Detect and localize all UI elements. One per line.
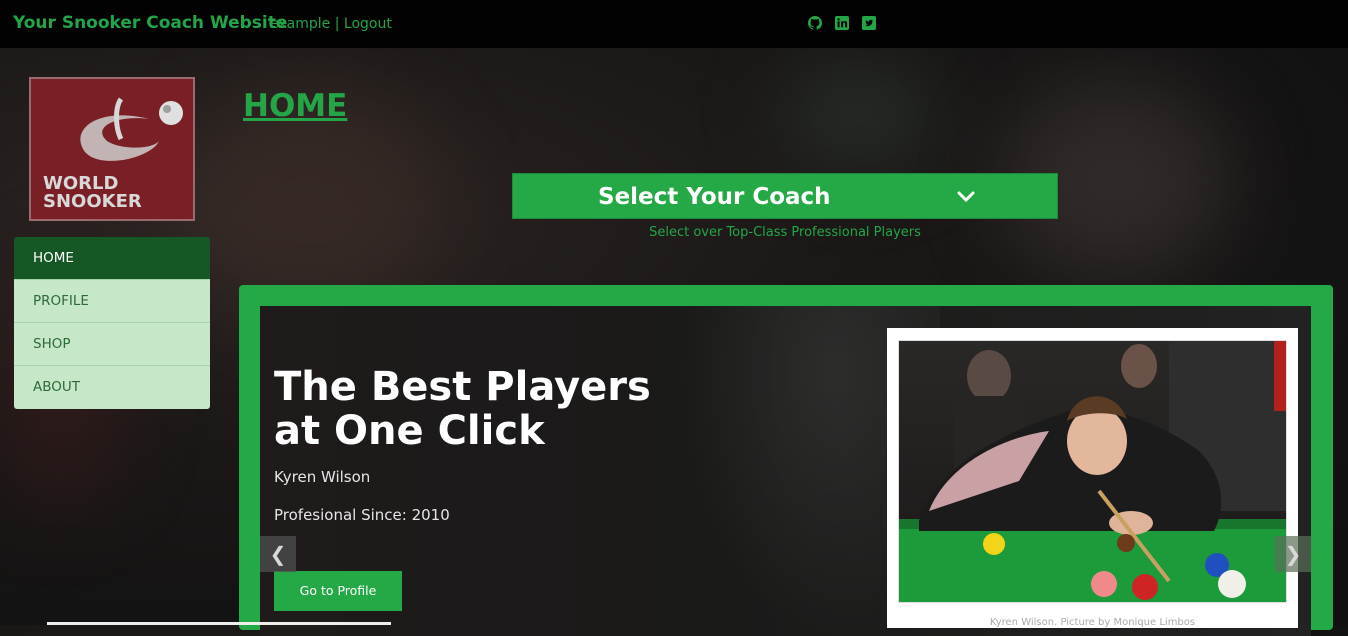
site-brand[interactable]: Your Snooker Coach Website [13, 13, 287, 33]
sidebar-item-shop[interactable]: SHOP [14, 323, 210, 366]
sidebar-item-home[interactable]: HOME [14, 237, 210, 280]
chevron-down-icon [957, 191, 975, 203]
carousel-title-line-1: The Best Players [274, 364, 651, 410]
carousel-prev-button[interactable]: ❮ [260, 536, 296, 572]
user-links: example | Logout [270, 16, 392, 32]
player-photo [898, 340, 1287, 603]
carousel-title: The Best Players at One Click [274, 365, 694, 453]
sidebar-item-about[interactable]: ABOUT [14, 366, 210, 409]
top-navbar: Your Snooker Coach Website example | Log… [0, 0, 1348, 48]
photo-caption: Kyren Wilson. Picture by Monique Limbos [989, 617, 1196, 628]
coach-select-label: Select Your Coach [598, 184, 831, 210]
twitter-icon[interactable] [862, 16, 876, 30]
username-link[interactable]: example [270, 16, 330, 32]
social-links [808, 16, 876, 30]
go-to-profile-button[interactable]: Go to Profile [274, 571, 402, 611]
world-snooker-logo[interactable]: WORLD SNOOKER [29, 77, 195, 221]
sidebar-nav: HOME PROFILE SHOP ABOUT [14, 237, 210, 409]
professional-since: Profesional Since: 2010 [274, 506, 450, 524]
sidebar-item-profile[interactable]: PROFILE [14, 280, 210, 323]
page-title: HOME [243, 88, 348, 124]
logo-text: WORLD SNOOKER [43, 175, 142, 211]
chevron-right-icon: ❯ [1284, 542, 1302, 566]
link-separator: | [334, 16, 340, 32]
coach-select-subtitle: Select over Top-Class Professional Playe… [649, 225, 921, 240]
coach-select-dropdown[interactable]: Select Your Coach [512, 173, 1058, 219]
github-icon[interactable] [808, 16, 822, 30]
carousel-title-line-2: at One Click [274, 408, 545, 454]
background-blur [780, 60, 940, 170]
linkedin-icon[interactable] [835, 16, 849, 30]
player-name: Kyren Wilson [274, 468, 371, 486]
carousel-next-button[interactable]: ❯ [1275, 536, 1311, 572]
chevron-left-icon: ❮ [269, 542, 287, 566]
logo-line-2: SNOOKER [43, 191, 142, 212]
logout-link[interactable]: Logout [344, 16, 392, 32]
